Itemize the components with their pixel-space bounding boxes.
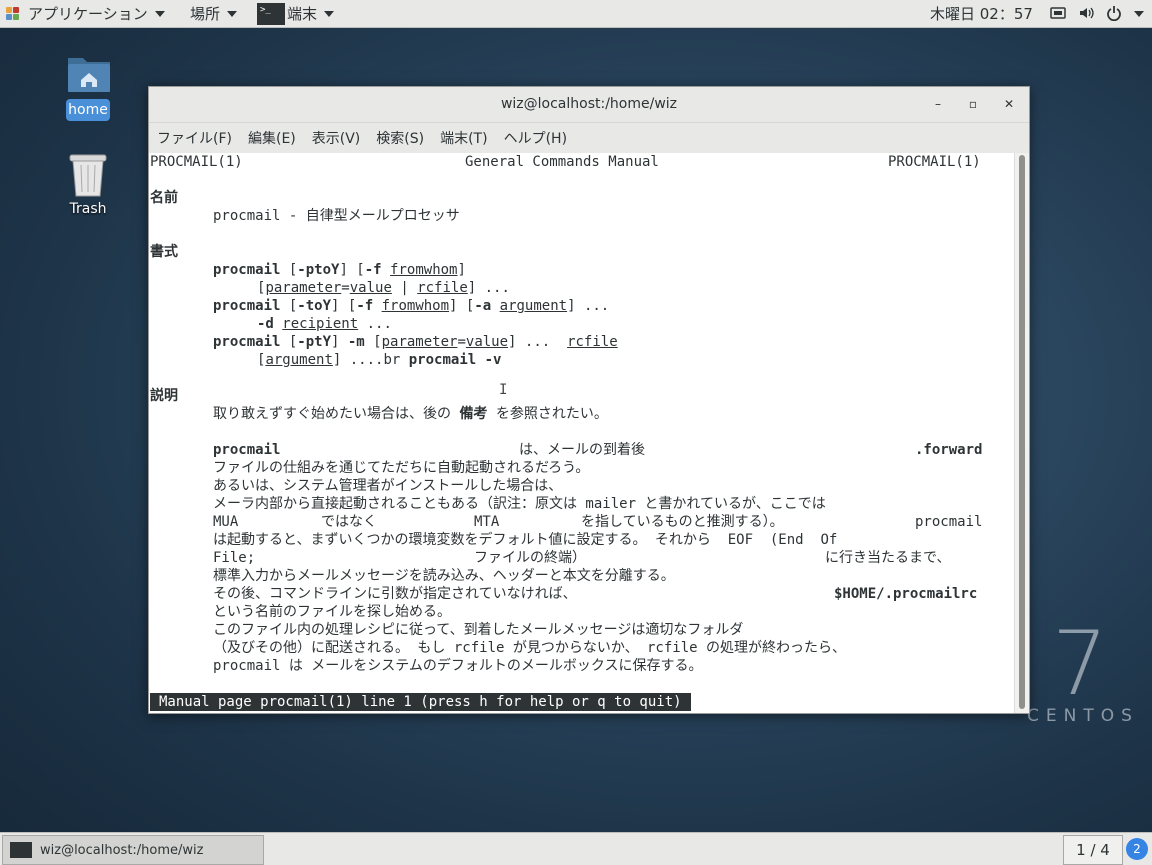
chevron-down-icon <box>154 10 165 17</box>
synopsis-line-4: -d recipient ... <box>257 316 392 332</box>
desc-11: このファイル内の処理レシピに従って、到着したメールメッセージは適切なフォルダ <box>213 622 744 638</box>
centos-watermark-number: 7 <box>1052 612 1108 715</box>
menu-edit[interactable]: 編集(E) <box>248 128 296 148</box>
desc-13: procmail は メールをシステムのデフォルトのメールボックスに保存する。 <box>213 658 703 674</box>
desc-7a: File; <box>213 550 256 566</box>
places-menu[interactable]: 場所 <box>190 0 238 27</box>
notification-badge[interactable]: 2 <box>1126 838 1148 860</box>
places-label: 場所 <box>190 5 221 23</box>
network-icon[interactable] <box>1050 5 1066 21</box>
clock-label: 木曜日 02：57 <box>930 5 1033 23</box>
synopsis-line-6: [argument] ....br procmail -v <box>257 352 502 368</box>
terminal-icon <box>10 842 32 858</box>
desc-6: は起動すると、まずいくつかの環境変数をデフォルト値に設定する。 それから EOF… <box>213 532 838 548</box>
desc-7b: ファイルの終端） <box>474 550 586 566</box>
desc-10: という名前のファイルを探し始める。 <box>213 604 451 620</box>
desc-12: （及びその他）に配送される。 もし rcfile が見つからないか、 rcfil… <box>213 640 847 656</box>
bottom-panel: wiz@localhost:/home/wiz 1 / 4 2 <box>0 832 1152 865</box>
name-line: procmail - 自律型メールプロセッサ <box>213 208 460 224</box>
desc-5b: ではなく <box>321 514 377 530</box>
window-titlebar[interactable]: wiz@localhost:/home/wiz – ▫ ✕ <box>149 87 1029 123</box>
close-button[interactable]: ✕ <box>1001 96 1017 112</box>
trash-label[interactable]: Trash <box>58 201 118 217</box>
chevron-down-icon <box>324 10 335 17</box>
man-header-left: PROCMAIL(1) <box>150 154 243 170</box>
menu-view[interactable]: 表示(V) <box>312 128 361 148</box>
taskbar-window-button[interactable]: wiz@localhost:/home/wiz <box>2 835 264 865</box>
minimize-button[interactable]: – <box>930 96 946 112</box>
desc-3: あるいは、システム管理者がインストールした場合は、 <box>213 478 563 494</box>
desc-1b: は、メールの到着後 <box>519 442 645 458</box>
clock[interactable]: 木曜日 02：57 <box>930 0 1033 27</box>
power-icon[interactable] <box>1106 5 1122 21</box>
applications-label: アプリケーション <box>28 5 148 23</box>
menu-terminal[interactable]: 端末(T) <box>440 128 487 148</box>
applications-menu[interactable]: アプリケーション <box>6 0 165 27</box>
chevron-down-icon <box>227 10 238 17</box>
taskbar-window-title: wiz@localhost:/home/wiz <box>40 842 204 858</box>
menu-file[interactable]: ファイル(F) <box>157 128 232 148</box>
volume-icon[interactable] <box>1078 5 1094 21</box>
active-app-menu[interactable]: 端末 <box>257 0 335 27</box>
centos-watermark-text: CENTOS <box>1027 706 1139 726</box>
desc-9a: その後、コマンドラインに引数が指定されていなければ、 <box>213 586 577 602</box>
desc-2: ファイルの仕組みを通じてただちに自動起動されるだろう。 <box>213 460 590 476</box>
menu-search[interactable]: 検索(S) <box>376 128 424 148</box>
home-folder-label[interactable]: home <box>66 99 110 121</box>
desc-5a: MUA <box>213 514 239 530</box>
system-menu-chevron-icon[interactable] <box>1134 11 1144 17</box>
window-title: wiz@localhost:/home/wiz <box>500 96 678 112</box>
synopsis-line-1: procmail [-ptoY] [-f fromwhom] <box>213 262 466 278</box>
section-description-heading: 説明 <box>150 388 178 404</box>
desc-5e: procmail <box>915 514 983 530</box>
desc-5c: MTA <box>474 514 500 530</box>
desc-5d: を指しているものと推測する）。 <box>581 514 784 530</box>
desc-intro: 取り敢えずすぐ始めたい場合は、後の 備考 を参照されたい。 <box>213 406 608 422</box>
synopsis-line-3: procmail [-toY] [-f fromwhom] [-a argume… <box>213 298 610 314</box>
desc-1a: procmail <box>213 442 281 458</box>
terminal-output[interactable]: PROCMAIL(1) General Commands Manual PROC… <box>149 153 1015 713</box>
gnome-foot-icon <box>6 6 20 21</box>
section-name-heading: 名前 <box>150 190 178 206</box>
desc-7c: に行き当たるまで、 <box>825 550 951 566</box>
desc-4: メーラ内部から直接起動されることもある（訳注：原文は mailer と書かれてい… <box>213 496 826 512</box>
home-folder-icon[interactable] <box>67 54 111 94</box>
man-header-center: General Commands Manual <box>465 154 659 170</box>
man-header-right: PROCMAIL(1) <box>888 154 981 170</box>
desc-1c: .forward <box>915 442 983 458</box>
vertical-scrollbar[interactable] <box>1014 153 1029 713</box>
synopsis-line-2: [parameter=value | rcfile] ... <box>257 280 510 296</box>
menu-bar: ファイル(F) 編集(E) 表示(V) 検索(S) 端末(T) ヘルプ(H) <box>149 123 1029 154</box>
pager-status-line: Manual page procmail(1) line 1 (press h … <box>150 693 691 711</box>
section-synopsis-heading: 書式 <box>150 244 178 260</box>
terminal-window: wiz@localhost:/home/wiz – ▫ ✕ ファイル(F) 編集… <box>148 86 1030 714</box>
workspace-switcher[interactable]: 1 / 4 <box>1063 835 1123 865</box>
terminal-icon <box>257 2 285 25</box>
desc-8: 標準入力からメールメッセージを読み込み、ヘッダーと本文を分離する。 <box>213 568 675 584</box>
menu-help[interactable]: ヘルプ(H) <box>504 128 567 148</box>
top-panel: アプリケーション 場所 端末 木曜日 02：57 <box>0 0 1152 28</box>
maximize-button[interactable]: ▫ <box>965 96 981 112</box>
desc-9b: $HOME/.procmailrc <box>834 586 978 602</box>
scrollbar-thumb[interactable] <box>1019 155 1025 709</box>
active-app-label: 端末 <box>287 5 318 23</box>
trash-icon[interactable] <box>68 152 108 198</box>
synopsis-line-5: procmail [-ptY] -m [parameter=value] ...… <box>213 334 618 350</box>
text-cursor-icon: I <box>499 382 508 398</box>
